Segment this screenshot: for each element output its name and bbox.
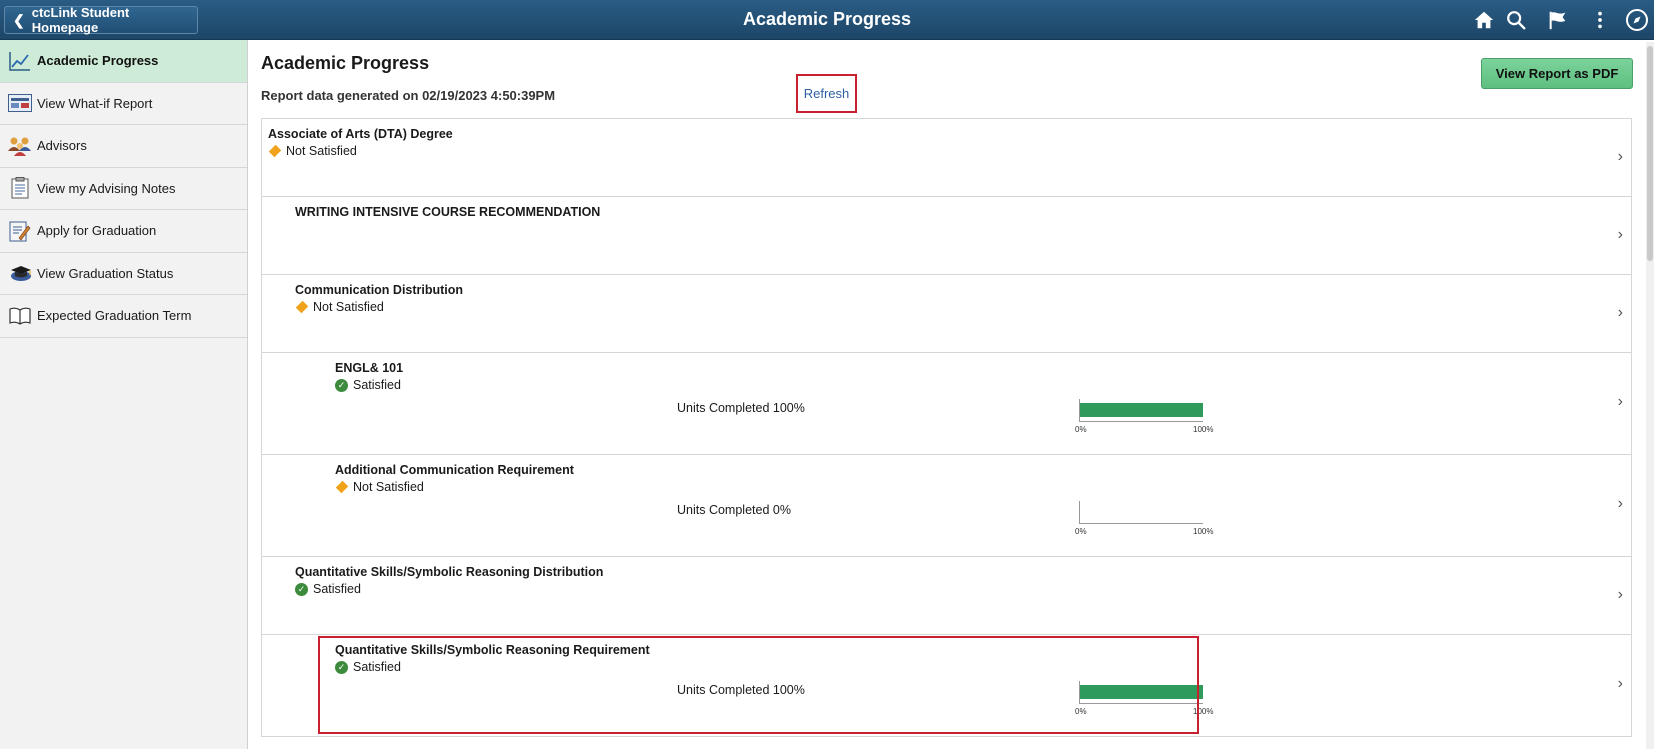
units-completed-text: Units Completed 100% [677, 401, 805, 415]
not-satisfied-icon [295, 300, 309, 314]
satisfied-check-icon: ✓ [335, 378, 348, 392]
back-button[interactable]: ❮ ctcLink Student Homepage [4, 5, 198, 35]
view-report-pdf-button[interactable]: View Report as PDF [1481, 58, 1633, 89]
requirement-status: Not Satisfied [295, 300, 384, 314]
requirement-row[interactable]: Communication Distribution Not Satisfied… [262, 275, 1631, 353]
sidebar-item-label: Apply for Graduation [37, 223, 157, 239]
tick-max: 100% [1193, 707, 1214, 716]
not-satisfied-icon [268, 144, 282, 158]
progress-axis [1079, 421, 1203, 422]
sidebar-item-label: View What-if Report [37, 95, 153, 111]
requirement-status: ✓ Satisfied [335, 660, 401, 674]
requirement-row[interactable]: ENGL& 101 ✓ Satisfied Units Completed 10… [262, 353, 1631, 455]
report-generated-text: Report data generated on 02/19/2023 4:50… [261, 88, 556, 103]
tick-min: 0% [1075, 527, 1087, 536]
progress-bar: 0% 100% [1075, 675, 1225, 716]
page-title: Academic Progress [261, 53, 430, 73]
units-completed-text: Units Completed 100% [677, 683, 805, 697]
home-icon[interactable] [1472, 8, 1496, 32]
chevron-right-icon[interactable]: › [1618, 586, 1623, 604]
navbar-compass-icon[interactable] [1625, 8, 1649, 32]
status-label: Satisfied [313, 582, 361, 596]
chevron-right-icon[interactable]: › [1618, 495, 1623, 513]
tick-max: 100% [1193, 425, 1214, 434]
requirement-row[interactable]: Additional Communication Requirement Not… [262, 455, 1631, 557]
sidebar-item-apply-graduation[interactable]: Apply for Graduation [0, 210, 247, 253]
progress-axis-line [1079, 501, 1080, 524]
sidebar-item-label: Advisors [37, 138, 87, 154]
requirement-status: ✓ Satisfied [335, 378, 401, 392]
status-label: Not Satisfied [313, 300, 384, 314]
top-banner: ❮ ctcLink Student Homepage Academic Prog… [0, 0, 1654, 40]
sidebar-item-label: View Graduation Status [37, 265, 174, 281]
header-title: Academic Progress [742, 9, 912, 29]
sidebar-item-advising-notes[interactable]: View my Advising Notes [0, 168, 247, 210]
requirement-title: Quantitative Skills/Symbolic Reasoning D… [295, 565, 604, 579]
scrollbar-thumb[interactable] [1647, 46, 1653, 261]
requirement-row[interactable]: Associate of Arts (DTA) Degree Not Satis… [262, 119, 1631, 197]
requirement-row[interactable]: Quantitative Skills/Symbolic Reasoning D… [262, 557, 1631, 635]
chevron-right-icon[interactable]: › [1618, 148, 1623, 166]
sidebar-item-label: View my Advising Notes [37, 180, 176, 196]
sidebar-item-advisors[interactable]: Advisors [0, 125, 247, 168]
people-icon [8, 134, 32, 158]
book-icon [8, 304, 32, 328]
status-label: Satisfied [353, 378, 401, 392]
requirement-title: Additional Communication Requirement [335, 463, 574, 477]
chevron-right-icon[interactable]: › [1618, 675, 1623, 693]
flag-icon[interactable] [1546, 8, 1570, 32]
chevron-right-icon[interactable]: › [1618, 304, 1623, 322]
requirement-status: Not Satisfied [268, 144, 357, 158]
satisfied-check-icon: ✓ [295, 582, 308, 596]
requirement-title: WRITING INTENSIVE COURSE RECOMMENDATION [295, 205, 601, 219]
sidebar-item-what-if-report[interactable]: View What-if Report [0, 83, 247, 125]
chevron-right-icon[interactable]: › [1618, 226, 1623, 244]
status-label: Satisfied [353, 660, 401, 674]
units-completed-text: Units Completed 0% [677, 503, 791, 517]
chevron-left-icon: ❮ [13, 11, 25, 28]
tick-min: 0% [1075, 707, 1087, 716]
search-icon[interactable] [1504, 8, 1528, 32]
progress-fill [1080, 685, 1203, 699]
requirement-title: Communication Distribution [295, 283, 464, 297]
requirement-row[interactable]: Quantitative Skills/Symbolic Reasoning R… [262, 635, 1631, 737]
sidebar-item-expected-graduation-term[interactable]: Expected Graduation Term [0, 295, 247, 338]
requirement-row[interactable]: WRITING INTENSIVE COURSE RECOMMENDATION … [262, 197, 1631, 275]
sidebar-item-label: Academic Progress [37, 53, 159, 69]
progress-fill [1080, 403, 1203, 417]
form-pencil-icon [8, 219, 32, 243]
chart-line-icon [8, 49, 32, 73]
sidebar-item-label: Expected Graduation Term [37, 308, 192, 324]
more-options-icon[interactable] [1588, 8, 1612, 32]
sidebar-item-graduation-status[interactable]: View Graduation Status [0, 253, 247, 295]
requirement-status: ✓ Satisfied [295, 582, 361, 596]
progress-axis [1079, 703, 1203, 704]
main-content: Academic Progress Report data generated … [249, 40, 1641, 749]
requirement-title: Associate of Arts (DTA) Degree [268, 127, 453, 141]
refresh-link[interactable]: Refresh [804, 86, 850, 101]
satisfied-check-icon: ✓ [335, 660, 348, 674]
sidebar-item-academic-progress[interactable]: Academic Progress [0, 40, 247, 83]
progress-bar: 0% 100% [1075, 393, 1225, 434]
requirement-title: ENGL& 101 [335, 361, 404, 375]
sidebar: Academic Progress View What-if Report Ad… [0, 40, 248, 749]
tick-min: 0% [1075, 425, 1087, 434]
tick-max: 100% [1193, 527, 1214, 536]
progress-bar: 0% 100% [1075, 495, 1225, 536]
status-label: Not Satisfied [286, 144, 357, 158]
refresh-highlight: Refresh [796, 74, 857, 113]
requirements-list: Associate of Arts (DTA) Degree Not Satis… [261, 118, 1632, 737]
chevron-right-icon[interactable]: › [1618, 393, 1623, 411]
clipboard-icon [8, 176, 32, 200]
graduation-cap-icon [8, 261, 32, 285]
requirement-title: Quantitative Skills/Symbolic Reasoning R… [335, 643, 650, 657]
progress-axis [1079, 523, 1203, 524]
requirement-status: Not Satisfied [335, 480, 424, 494]
report-icon [8, 91, 32, 115]
status-label: Not Satisfied [353, 480, 424, 494]
back-button-label: ctcLink Student Homepage [31, 5, 130, 35]
not-satisfied-icon [335, 480, 349, 494]
